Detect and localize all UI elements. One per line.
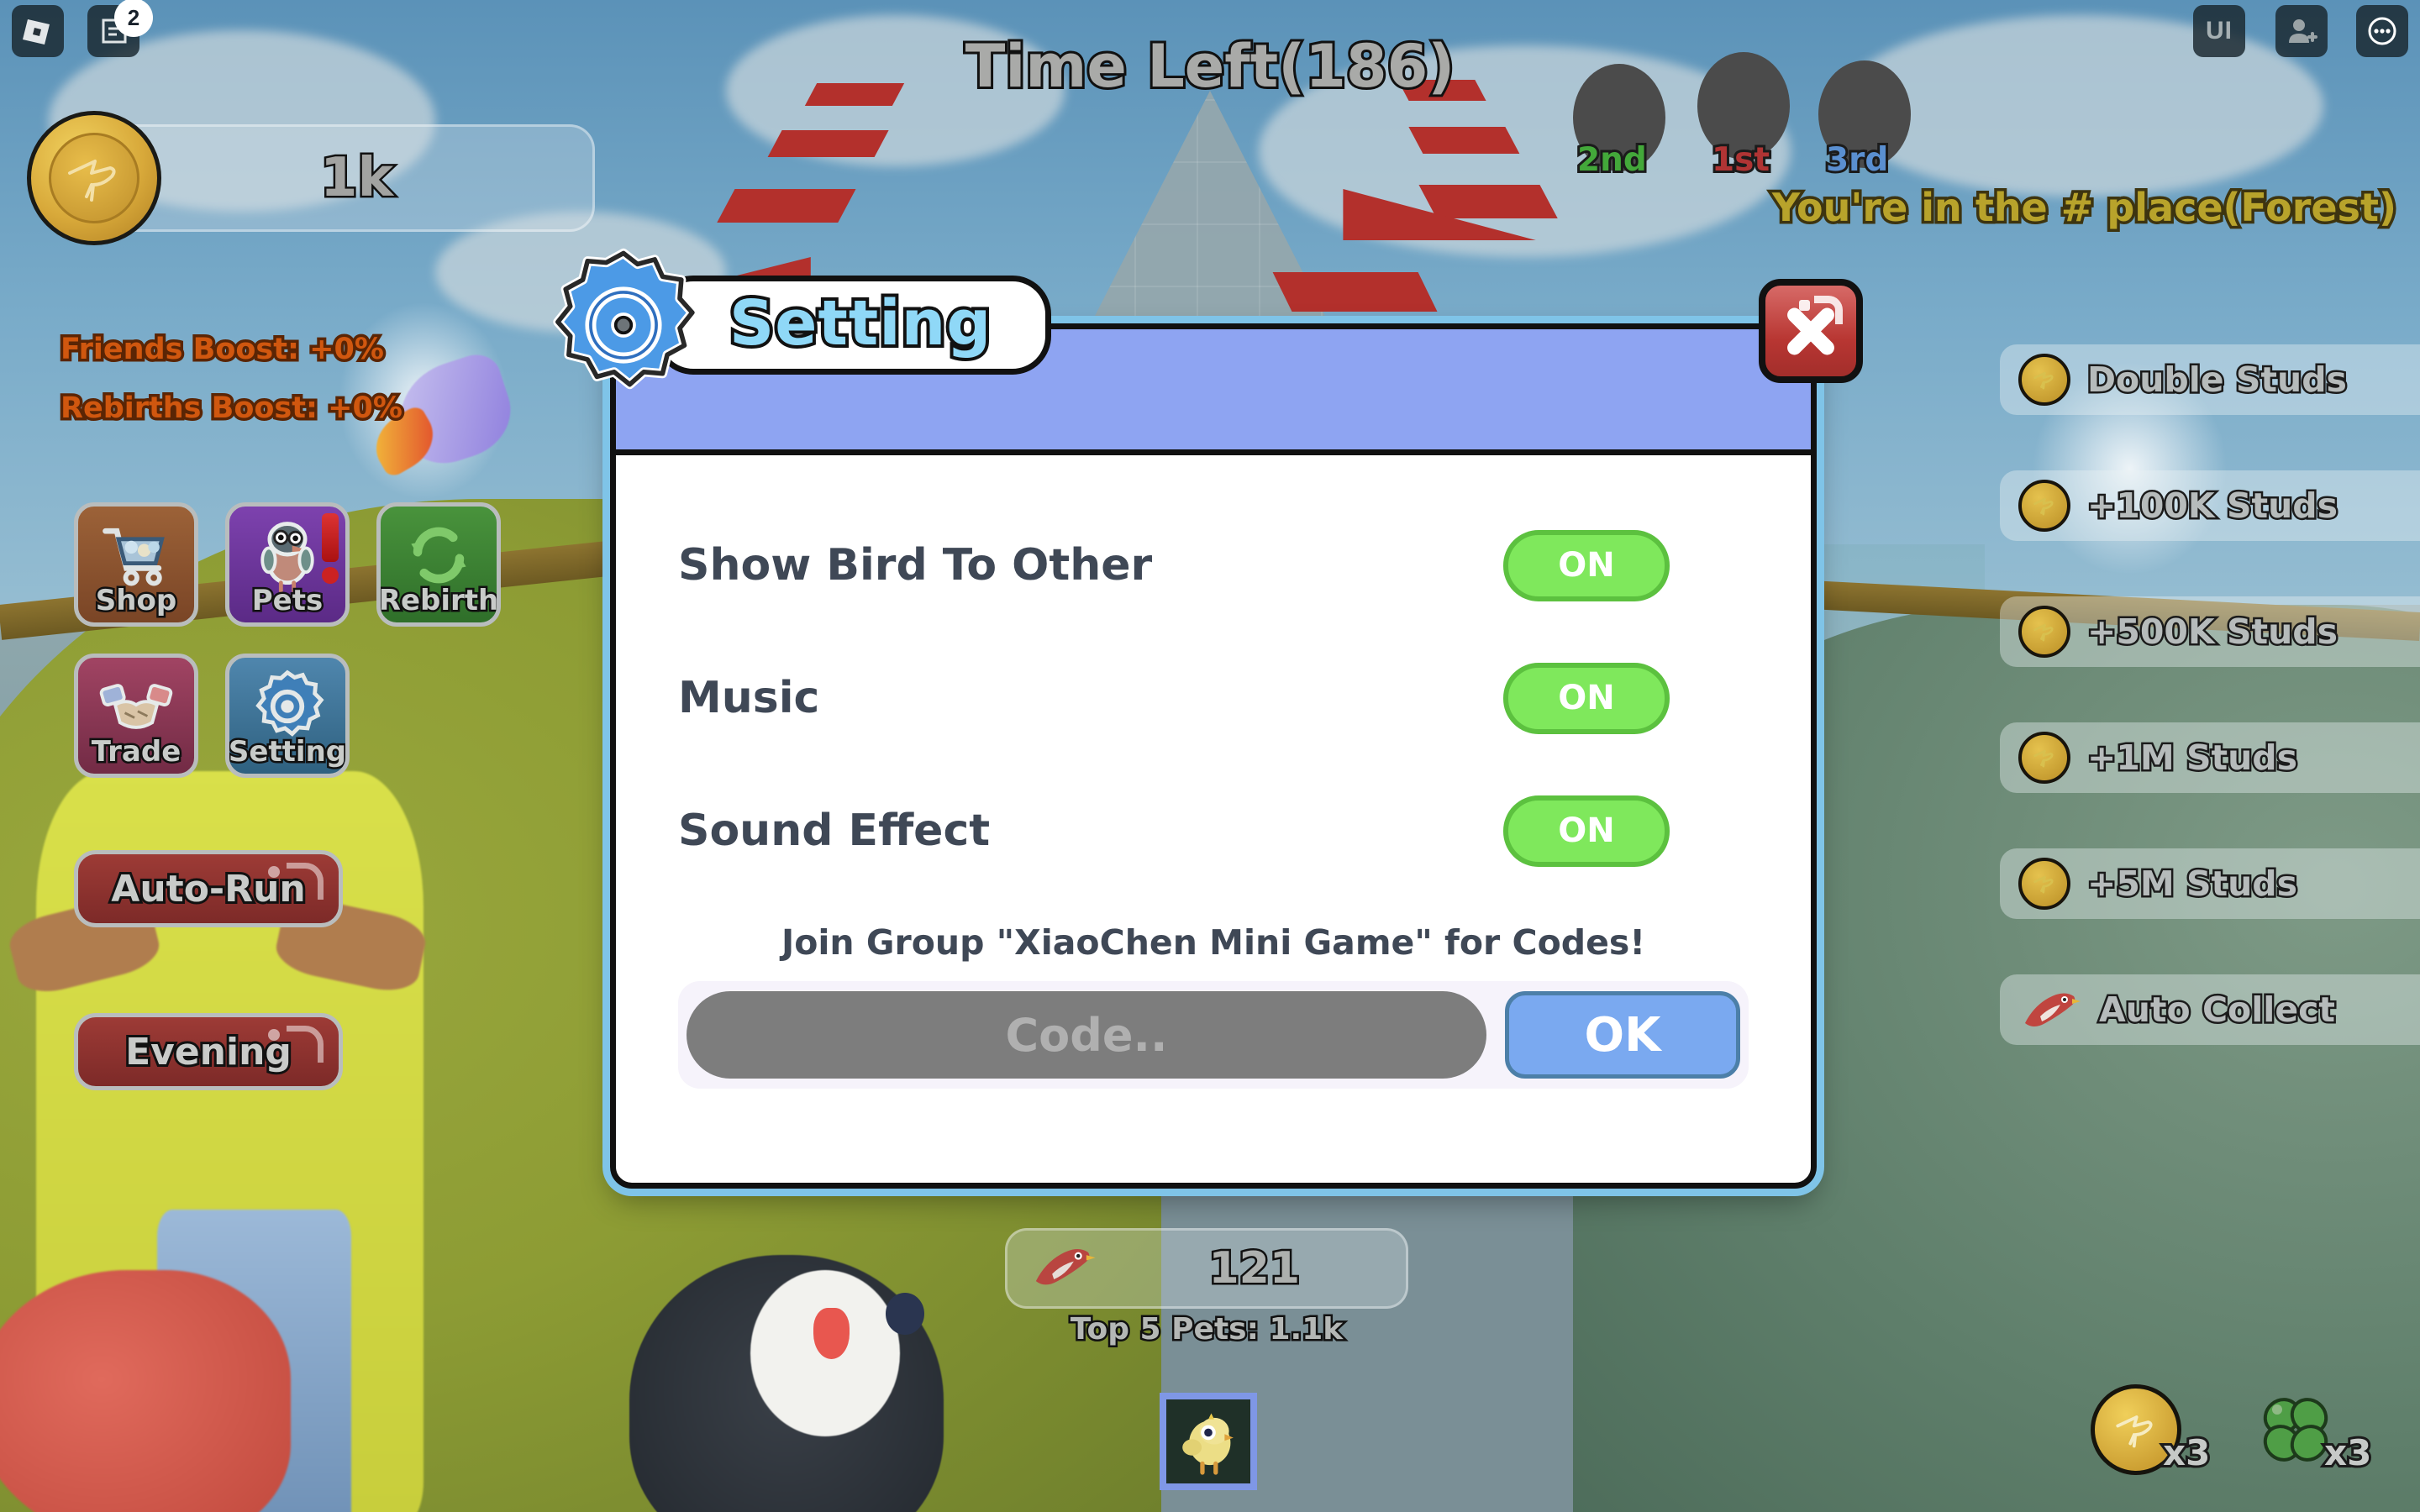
gear-icon bbox=[553, 248, 697, 390]
luck-multiplier-label: x3 bbox=[2322, 1430, 2374, 1476]
shop-item-label: Double Studs bbox=[2086, 358, 2349, 402]
sidebar-item-setting-label: Setting bbox=[228, 733, 347, 771]
shop-item-1m-studs[interactable]: +1M Studs bbox=[2000, 722, 2420, 793]
shop-item-label: +100K Studs bbox=[2085, 484, 2339, 528]
shop-item-double-studs[interactable]: Double Studs bbox=[2000, 344, 2420, 415]
luck-multiplier: x3 bbox=[2249, 1384, 2374, 1476]
track-marker bbox=[1418, 184, 1558, 218]
toggle-sound-effect-value: ON bbox=[1558, 811, 1615, 850]
toggle-show-bird[interactable]: ON bbox=[1503, 529, 1670, 601]
rank-3rd: 3rd bbox=[1823, 139, 1891, 181]
shop-item-5m-studs[interactable]: +5M Studs bbox=[2000, 848, 2420, 919]
dialog-title-pill: Setting bbox=[655, 276, 1052, 375]
gloss-highlight bbox=[268, 863, 324, 900]
shop-item-label: Auto Collect bbox=[2096, 988, 2337, 1032]
setting-label-sound-effect: Sound Effect bbox=[678, 806, 991, 856]
track-marker bbox=[717, 189, 856, 223]
codes-note-text: Join Group "XiaoChen Mini Game" for Code… bbox=[781, 922, 1646, 963]
bird-engraving-icon bbox=[68, 160, 116, 202]
shop-item-auto-collect[interactable]: Auto Collect bbox=[2000, 974, 2420, 1045]
red-bird-icon bbox=[1029, 1242, 1097, 1296]
time-of-day-label: Evening bbox=[123, 1028, 294, 1076]
dialog-body: Show Bird To Other ON Music ON Sound Eff… bbox=[616, 455, 1811, 1089]
sidebar-item-trade[interactable]: Trade bbox=[74, 654, 198, 778]
red-bird-glyph bbox=[2025, 993, 2081, 1026]
coin-multiplier: x3 bbox=[2091, 1384, 2212, 1476]
place-status-text: You're in the # place(Forest) bbox=[1769, 182, 2399, 234]
code-input[interactable] bbox=[687, 991, 1486, 1079]
sidebar-item-setting[interactable]: Setting bbox=[225, 654, 350, 778]
gloss-highlight bbox=[1799, 296, 1843, 324]
bird-engraving-icon bbox=[2033, 371, 2054, 390]
settings-dialog: Setting Show Bird To Other ON Music ON S… bbox=[553, 248, 1863, 1189]
bird-engraving-icon bbox=[2033, 623, 2054, 642]
bird-engraving-icon bbox=[2033, 497, 2054, 516]
toggle-sound-effect[interactable]: ON bbox=[1503, 795, 1670, 867]
setting-row-music: Music ON bbox=[678, 632, 1749, 764]
pet-count-value: 121 bbox=[1207, 1242, 1302, 1296]
ok-button[interactable]: OK bbox=[1505, 991, 1740, 1079]
rank-1st: 1st bbox=[1709, 139, 1772, 181]
hotbar-slot-1[interactable] bbox=[1160, 1393, 1257, 1490]
coin-icon bbox=[2018, 354, 2070, 406]
rebirths-boost-text: Rebirths Boost: +0% bbox=[58, 389, 406, 428]
bird-engraving-icon bbox=[2033, 749, 2054, 768]
sidebar-item-trade-label: Trade bbox=[89, 733, 183, 771]
sidebar-item-shop-label: Shop bbox=[93, 582, 178, 620]
dialog-title-badge: Setting bbox=[545, 247, 1052, 403]
bird-engraving-icon bbox=[2116, 1415, 2153, 1448]
sidebar-item-pets-label: Pets bbox=[250, 582, 324, 620]
coin-inner bbox=[49, 133, 139, 223]
coin-icon bbox=[2018, 858, 2070, 910]
shop-item-100k-studs[interactable]: +100K Studs bbox=[2000, 470, 2420, 541]
shop-item-500k-studs[interactable]: +500K Studs bbox=[2000, 596, 2420, 667]
shop-item-label: +5M Studs bbox=[2085, 862, 2299, 906]
red-bird-glyph bbox=[1035, 1248, 1096, 1284]
close-button[interactable] bbox=[1759, 279, 1863, 383]
setting-row-sound-effect: Sound Effect ON bbox=[678, 764, 1749, 897]
chick-pet-icon bbox=[1182, 1413, 1234, 1475]
toggle-music-value: ON bbox=[1558, 679, 1615, 717]
track-marker bbox=[1408, 127, 1520, 155]
setting-row-show-bird: Show Bird To Other ON bbox=[678, 499, 1749, 632]
red-bird-pet bbox=[0, 1270, 291, 1512]
sidebar-item-rebirth[interactable]: Rebirth bbox=[376, 502, 501, 627]
red-bird-icon bbox=[2018, 984, 2082, 1036]
coin-value: 1k bbox=[318, 145, 395, 212]
pet-counter-panel: 121 bbox=[1005, 1228, 1408, 1309]
penguin-beak bbox=[813, 1308, 850, 1360]
track-marker bbox=[766, 129, 888, 158]
top-pets-text: Top 5 Pets: 1.1k bbox=[1068, 1310, 1344, 1349]
ok-button-label: OK bbox=[1584, 1007, 1661, 1063]
dialog-title: Setting bbox=[726, 284, 994, 363]
track-marker bbox=[1272, 272, 1438, 312]
coin-icon bbox=[2018, 732, 2070, 784]
gloss-highlight bbox=[268, 1026, 324, 1063]
auto-run-button[interactable]: Auto-Run bbox=[74, 850, 343, 927]
sidebar-item-pets[interactable]: Pets bbox=[225, 502, 350, 627]
sidebar-item-shop[interactable]: Shop bbox=[74, 502, 198, 627]
coin-multiplier-label: x3 bbox=[2160, 1430, 2212, 1476]
coin-icon bbox=[2018, 606, 2070, 658]
pets-notification-badge bbox=[322, 513, 339, 584]
shop-item-label: +1M Studs bbox=[2085, 736, 2299, 780]
rank-2nd: 2nd bbox=[1575, 139, 1649, 181]
sidebar-item-rebirth-label: Rebirth bbox=[378, 582, 499, 620]
coin-icon bbox=[2018, 480, 2070, 532]
code-entry-row: OK bbox=[678, 981, 1749, 1089]
setting-label-music: Music bbox=[678, 673, 820, 723]
bird-engraving-icon bbox=[2033, 875, 2054, 894]
toggle-show-bird-value: ON bbox=[1558, 546, 1615, 585]
coin-icon bbox=[27, 111, 161, 245]
shop-item-label: +500K Studs bbox=[2085, 610, 2339, 654]
time-of-day-button[interactable]: Evening bbox=[74, 1013, 343, 1090]
timer-text: Time Left(186) bbox=[963, 29, 1458, 103]
setting-label-show-bird: Show Bird To Other bbox=[678, 540, 1153, 591]
friends-boost-text: Friends Boost: +0% bbox=[58, 330, 387, 370]
toggle-music[interactable]: ON bbox=[1503, 662, 1670, 734]
